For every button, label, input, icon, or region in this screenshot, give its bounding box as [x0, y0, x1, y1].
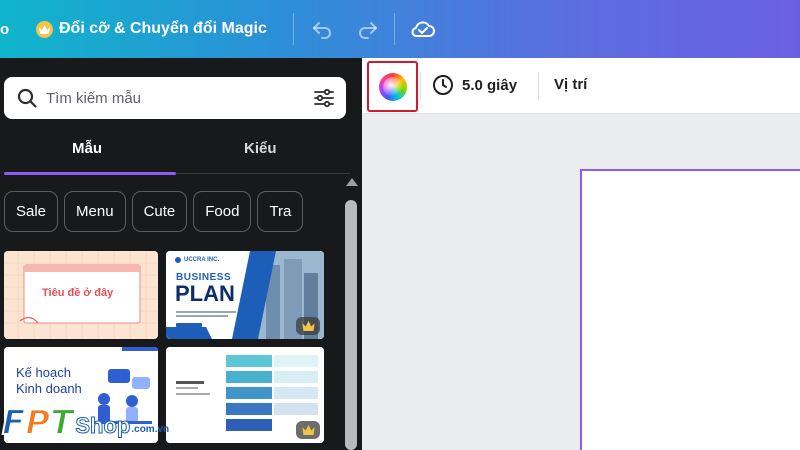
- active-tab-indicator: [4, 172, 176, 175]
- templates-panel: Tìm kiếm mẫu Mẫu Kiểu Sale Menu Cute Food Tr…: [0, 58, 362, 450]
- chip-cute[interactable]: Cute: [131, 191, 188, 232]
- fptshop-watermark: F P T Shop .com.vn: [1, 403, 170, 443]
- top-bar: o Đổi cỡ & Chuyển đổi Magic: [0, 0, 800, 58]
- template-title: Kinh doanh: [16, 381, 82, 396]
- chip-food[interactable]: Food: [193, 191, 252, 232]
- element-toolbar: 5.0 giây Vị trí: [362, 58, 800, 114]
- sliders-icon[interactable]: [312, 86, 336, 110]
- divider: [420, 72, 421, 100]
- divider: [292, 13, 294, 45]
- pro-crown-icon: [296, 421, 320, 439]
- duration-button[interactable]: 5.0 giây: [432, 74, 517, 96]
- scroll-thumb[interactable]: [345, 200, 357, 450]
- template-card[interactable]: [166, 347, 324, 443]
- template-card[interactable]: Tiêu đề ở đây: [4, 251, 158, 339]
- template-title: PLAN: [175, 281, 235, 306]
- magic-resize-label: Đổi cỡ & Chuyển đổi Magic: [59, 20, 267, 37]
- logo-letter: P: [24, 403, 51, 443]
- design-page[interactable]: [580, 169, 800, 450]
- crown-icon: [36, 20, 53, 38]
- template-title: Tiêu đề ở đây: [42, 287, 114, 299]
- color-wheel-icon: [378, 72, 407, 101]
- template-card[interactable]: UCCRA INC. BUSINESS PLAN: [166, 251, 324, 339]
- chip-truncated[interactable]: Tra: [257, 191, 304, 232]
- tab-templates[interactable]: Mẫu: [72, 140, 102, 157]
- search-input[interactable]: Tìm kiếm mẫu: [4, 77, 346, 119]
- undo-icon: [312, 22, 331, 39]
- panel-tabs: Mẫu Kiểu: [0, 134, 350, 175]
- scroll-up-arrow-icon[interactable]: [346, 178, 358, 186]
- fpt-logo: F P T: [1, 403, 74, 443]
- magic-resize-button[interactable]: Đổi cỡ & Chuyển đổi Magic: [36, 20, 267, 38]
- logo-letter: T: [49, 403, 74, 443]
- undo-button[interactable]: [304, 11, 340, 47]
- panel-scrollbar[interactable]: [342, 176, 360, 450]
- template-brand: UCCRA INC.: [184, 257, 220, 263]
- divider: [538, 72, 539, 100]
- search-placeholder: Tìm kiếm mẫu: [46, 89, 142, 107]
- search-icon: [17, 88, 37, 108]
- tab-styles[interactable]: Kiểu: [244, 140, 277, 157]
- divider: [393, 13, 395, 45]
- watermark-domain: .com.vn: [131, 424, 170, 435]
- menu-fragment[interactable]: o: [0, 21, 12, 38]
- pro-crown-icon: [296, 317, 320, 335]
- redo-button[interactable]: [350, 11, 386, 47]
- category-chips: Sale Menu Cute Food Tra: [4, 191, 338, 233]
- template-title: Kế hoạch: [16, 365, 71, 380]
- watermark-shop: Shop: [75, 413, 131, 439]
- redo-icon: [358, 22, 377, 39]
- save-status-button[interactable]: [405, 11, 441, 47]
- tab-divider: [176, 173, 350, 174]
- cloud-check-icon: [411, 21, 435, 37]
- position-button[interactable]: Vị trí: [554, 76, 587, 93]
- clock-icon: [433, 75, 453, 95]
- canvas-area: [362, 115, 800, 450]
- duration-label: 5.0 giây: [462, 76, 518, 94]
- color-picker-button[interactable]: [367, 61, 418, 112]
- logo-letter: F: [1, 403, 26, 443]
- chip-sale[interactable]: Sale: [4, 191, 59, 232]
- chip-menu[interactable]: Menu: [64, 191, 126, 232]
